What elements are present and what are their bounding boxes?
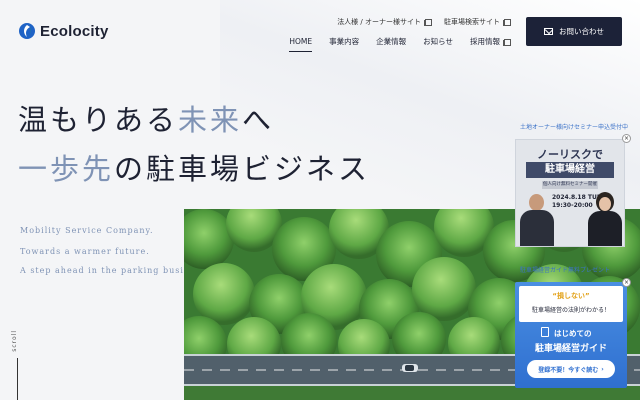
utility-link-label: 法人様 / オーナー様サイト <box>337 18 421 26</box>
seminar-title-line1: ノーリスクで <box>537 148 603 161</box>
guide-banner-card: “損しない” 駐車場経営の法則がわかる！ <box>519 286 623 322</box>
book-icon <box>541 327 549 337</box>
guide-title-line2: 駐車場経営ガイド <box>534 344 607 354</box>
contact-button-label: お問い合わせ <box>559 27 604 36</box>
guide-banner-caption[interactable]: 駐車場経営ガイド無料プレゼント <box>520 265 610 274</box>
nav-item-label: 採用情報 <box>470 37 500 46</box>
scroll-label: scroll <box>11 330 18 352</box>
nav-item-home[interactable]: HOME <box>289 36 312 52</box>
utility-link-label: 駐車場検索サイト <box>444 18 500 26</box>
external-link-icon <box>503 19 511 26</box>
guide-read-button-label: 登録不要！今すぐ読む <box>538 366 599 374</box>
guide-close-icon[interactable]: × <box>622 278 631 287</box>
contact-button[interactable]: お問い合わせ <box>526 17 622 46</box>
hero-headline-accent: 先 <box>82 152 115 186</box>
utility-link-corporate[interactable]: 法人様 / オーナー様サイト <box>337 17 432 27</box>
nav-item-recruit[interactable]: 採用情報 <box>470 36 511 52</box>
nav-item-label: 企業情報 <box>376 37 407 46</box>
nav-item-business[interactable]: 事業内容 <box>329 36 359 52</box>
nav-item-label: お知らせ <box>423 37 453 46</box>
seminar-close-icon[interactable]: × <box>622 134 631 143</box>
utility-link-parking-search[interactable]: 駐車場検索サイト <box>444 17 511 27</box>
guide-law: 駐車場経営の法則がわかる！ <box>531 307 610 314</box>
mail-icon <box>544 28 553 35</box>
speaker-man-photo <box>520 190 554 246</box>
nav-item-label: HOME <box>289 37 313 46</box>
hero-headline-accent: 一歩 <box>18 152 83 186</box>
nav-item-company[interactable]: 企業情報 <box>376 36 406 52</box>
logo-text: Ecolocity <box>40 22 109 40</box>
main-nav: HOME 事業内容 企業情報 お知らせ 採用情報 <box>289 36 511 52</box>
hero-tagline: A step ahead in the parking business. <box>20 266 210 275</box>
seminar-banner-caption[interactable]: 土地オーナー様向けセミナー申込受付中 <box>520 122 628 131</box>
hero-headline-text: の駐車場ビジネス <box>114 152 371 186</box>
seminar-title-line2: 駐車場経営 <box>526 162 614 178</box>
logo-mark-icon <box>18 22 36 40</box>
scroll-indicator-line <box>17 358 18 400</box>
guide-read-button[interactable]: 登録不要！今すぐ読む › <box>527 360 615 378</box>
chevron-right-icon: › <box>601 365 604 373</box>
hero-headline-line2: 一歩先の駐車場ビジネス <box>18 146 370 188</box>
hero-headline-line1: 温もりある未来へ <box>18 97 274 139</box>
hero-tagline: Mobility Service Company. <box>20 226 154 235</box>
speaker-woman-photo <box>588 190 622 246</box>
external-link-icon <box>424 19 432 26</box>
seminar-banner[interactable]: ノーリスクで 駐車場経営 個人向け無料セミナー開催 2024.8.18 TUE.… <box>515 139 625 247</box>
external-link-icon <box>503 38 511 46</box>
guide-quote: “損しない” <box>552 292 590 300</box>
hero-headline-text: 温もりある <box>18 103 179 137</box>
hero-headline-accent: 未来 <box>178 103 243 137</box>
guide-banner[interactable]: “損しない” 駐車場経営の法則がわかる！ はじめての 駐車場経営ガイド 登録不要… <box>515 282 627 388</box>
utility-links: 法人様 / オーナー様サイト 駐車場検索サイト <box>337 17 511 27</box>
guide-title-line1: はじめての <box>554 329 592 338</box>
seminar-subtitle: 個人向け無料セミナー開催 <box>542 181 598 189</box>
hero-headline-text: へ <box>242 103 275 137</box>
logo[interactable]: Ecolocity <box>18 22 109 40</box>
nav-item-news[interactable]: お知らせ <box>423 36 453 52</box>
hero-tagline: Towards a warmer future. <box>20 247 150 256</box>
nav-item-label: 事業内容 <box>329 37 360 46</box>
